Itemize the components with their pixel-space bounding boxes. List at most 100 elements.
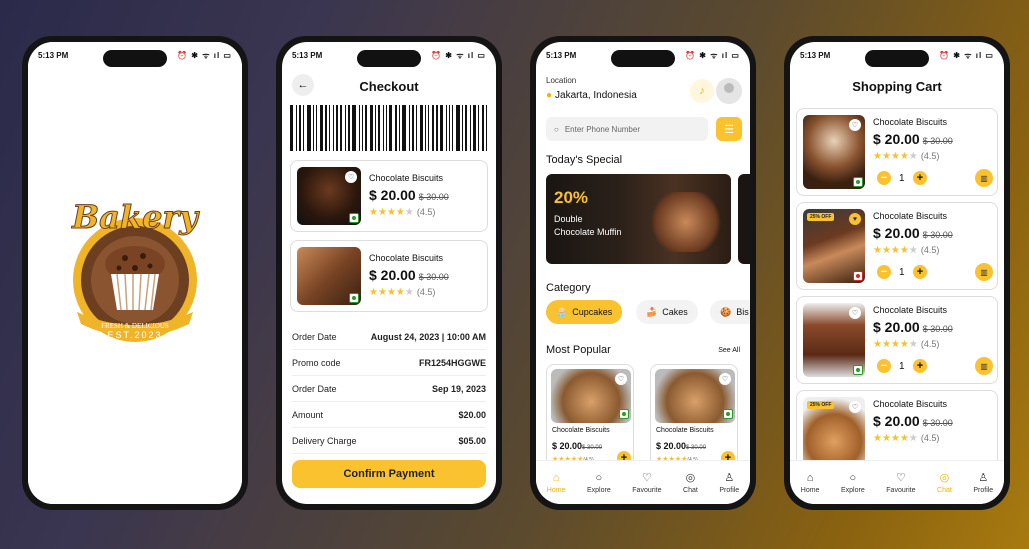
product-name: Chocolate Biscuits bbox=[873, 211, 948, 221]
nav-profile[interactable]: ♙ Profile bbox=[973, 471, 993, 494]
category-cakes[interactable]: 🍰 Cakes bbox=[636, 300, 698, 324]
delete-item-button[interactable]: ▥ bbox=[975, 169, 993, 187]
checkout-item-2[interactable]: Chocolate Biscuits $ 20.00 $ 30.00 ★★★★★(… bbox=[290, 240, 488, 312]
barcode-bar bbox=[395, 105, 397, 151]
barcode-bar bbox=[435, 105, 438, 151]
barcode-bar bbox=[408, 105, 410, 151]
rating-stars: ★★★★★(4.5) bbox=[369, 207, 436, 218]
barcode-bar bbox=[328, 105, 330, 151]
sliders-icon: ☰ bbox=[724, 123, 734, 136]
nav-chat[interactable]: ◎ Chat bbox=[937, 471, 952, 494]
product-price: $ 20.00$ 30.00 bbox=[552, 441, 602, 451]
profile-icon: ♙ bbox=[724, 472, 735, 484]
location-label: Location bbox=[546, 76, 577, 85]
special-banner[interactable]: 20% Double Chocolate Muffin bbox=[546, 174, 731, 264]
heart-icon[interactable]: ♡ bbox=[615, 373, 627, 385]
discount-badge: 25% OFF bbox=[807, 401, 835, 409]
barcode-bar bbox=[345, 105, 347, 151]
nav-profile[interactable]: ♙ Profile bbox=[719, 471, 739, 494]
barcode-bar bbox=[378, 105, 381, 151]
dynamic-island bbox=[103, 50, 167, 67]
barcode-bar bbox=[478, 105, 480, 151]
veg-icon bbox=[853, 365, 863, 375]
avatar[interactable] bbox=[716, 78, 742, 104]
splash-screen: 5:13 PM ⏰ ✱ ᯤ ıl ▭ Bakery FRESH & DELICIO… bbox=[28, 42, 242, 504]
barcode-bar bbox=[470, 105, 472, 151]
decrease-qty-button[interactable]: − bbox=[877, 265, 891, 279]
barcode-bar bbox=[415, 105, 417, 151]
delete-item-button[interactable]: ▥ bbox=[975, 357, 993, 375]
price-value: $ 20.00 bbox=[873, 319, 920, 335]
detail-row-delivery: Delivery Charge $05.00 bbox=[292, 428, 486, 454]
popular-item-1[interactable]: ♡ Chocolate Biscuits $ 20.00$ 30.00 ★★★★… bbox=[546, 364, 634, 468]
barcode-bar bbox=[319, 105, 323, 151]
checkout-item-1[interactable]: ♡ Chocolate Biscuits $ 20.00 $ 30.00 ★★★★… bbox=[290, 160, 488, 232]
phone-splash: 5:13 PM ⏰ ✱ ᯤ ıl ▭ Bakery FRESH & DELICIO… bbox=[22, 36, 248, 510]
nav-label: Profile bbox=[719, 487, 740, 494]
next-banner[interactable] bbox=[738, 174, 750, 264]
cart-item-3[interactable]: ♡ Chocolate Biscuits $ 20.00 $ 30.00 ★★★★… bbox=[796, 296, 998, 384]
barcode-bar bbox=[389, 105, 393, 151]
nav-chat[interactable]: ◎ Chat bbox=[683, 471, 698, 494]
nav-favourite[interactable]: ♡ Favourite bbox=[886, 471, 915, 494]
barcode-bar bbox=[306, 105, 311, 151]
bell-icon: ♪ bbox=[699, 85, 705, 97]
increase-qty-button[interactable]: + bbox=[913, 359, 927, 373]
status-icons: ⏰ ✱ ᯤ ıl ▭ bbox=[177, 50, 232, 60]
see-all-link[interactable]: See All bbox=[718, 347, 740, 354]
product-name: Chocolate Biscuits bbox=[873, 117, 948, 127]
phone-cart: 5:13 PM ⏰ ✱ ᯤ ıl ▭ Shopping Cart ♡ Chocol… bbox=[784, 36, 1010, 510]
barcode-bar bbox=[419, 105, 423, 151]
nav-home[interactable]: ⌂ Home bbox=[801, 472, 820, 494]
heart-icon[interactable]: ♡ bbox=[719, 373, 731, 385]
confirm-payment-button[interactable]: Confirm Payment bbox=[292, 460, 486, 488]
category-cupcakes[interactable]: 🧁 Cupcakes bbox=[546, 300, 623, 324]
decrease-qty-button[interactable]: − bbox=[877, 359, 891, 373]
search-icon: ○ bbox=[595, 471, 603, 484]
cart-item-1[interactable]: ♡ Chocolate Biscuits $ 20.00 $ 30.00 ★★★★… bbox=[796, 108, 998, 196]
cart-item-2[interactable]: 25% OFF ♥ Chocolate Biscuits $ 20.00 $ 30… bbox=[796, 202, 998, 290]
nav-explore[interactable]: ○ Explore bbox=[841, 472, 865, 494]
nav-home[interactable]: ⌂ Home bbox=[547, 472, 566, 494]
old-price: $ 30.00 bbox=[686, 445, 707, 451]
checkout-header: ← Checkout bbox=[282, 72, 496, 100]
heart-icon[interactable]: ♡ bbox=[849, 401, 861, 413]
search-input[interactable]: ○ Enter Phone Number bbox=[546, 117, 708, 141]
search-icon: ○ bbox=[849, 471, 857, 484]
product-price: $ 20.00$ 30.00 bbox=[369, 267, 449, 283]
non-veg-icon bbox=[853, 271, 863, 281]
barcode-bar bbox=[315, 105, 317, 151]
heart-icon[interactable]: ♡ bbox=[849, 307, 861, 319]
barcode-bar bbox=[324, 105, 327, 151]
nav-label: Favourite bbox=[886, 487, 916, 494]
product-name: Chocolate Biscuits bbox=[369, 173, 444, 183]
detail-row-order-date: Order Date August 24, 2023 | 10:00 AM bbox=[292, 324, 486, 350]
location-selector[interactable]: ● Jakarta, Indonesia bbox=[546, 90, 637, 101]
barcode-bar bbox=[298, 105, 301, 151]
heart-filled-icon[interactable]: ♥ bbox=[849, 213, 861, 225]
arrow-left-icon: ← bbox=[297, 79, 309, 91]
old-price: $ 30.00 bbox=[582, 445, 603, 451]
old-price: $ 30.00 bbox=[922, 136, 953, 146]
heart-icon[interactable]: ♡ bbox=[849, 119, 861, 131]
star-empty-icon: ★ bbox=[404, 287, 414, 298]
star-empty-icon: ★ bbox=[404, 207, 414, 218]
nav-explore[interactable]: ○ Explore bbox=[587, 472, 611, 494]
star-empty-icon: ★ bbox=[908, 245, 918, 256]
delete-item-button[interactable]: ▥ bbox=[975, 263, 993, 281]
notification-button[interactable]: ♪ bbox=[690, 79, 714, 103]
filter-button[interactable]: ☰ bbox=[716, 117, 742, 141]
popular-item-2[interactable]: ♡ Chocolate Biscuits $ 20.00$ 30.00 ★★★★… bbox=[650, 364, 738, 468]
chat-icon: ◎ bbox=[685, 472, 696, 484]
heart-icon[interactable]: ♡ bbox=[345, 171, 357, 183]
cupcake-icon: 🧁 bbox=[556, 306, 568, 317]
star-empty-icon: ★ bbox=[908, 151, 918, 162]
category-biscuits[interactable]: 🍪 Bis bbox=[710, 300, 750, 324]
increase-qty-button[interactable]: + bbox=[913, 265, 927, 279]
increase-qty-button[interactable]: + bbox=[913, 171, 927, 185]
decrease-qty-button[interactable]: − bbox=[877, 171, 891, 185]
category-label: Bis bbox=[736, 307, 749, 317]
back-button[interactable]: ← bbox=[292, 74, 314, 96]
nav-favourite[interactable]: ♡ Favourite bbox=[632, 471, 661, 494]
nav-label: Profile bbox=[973, 487, 994, 494]
